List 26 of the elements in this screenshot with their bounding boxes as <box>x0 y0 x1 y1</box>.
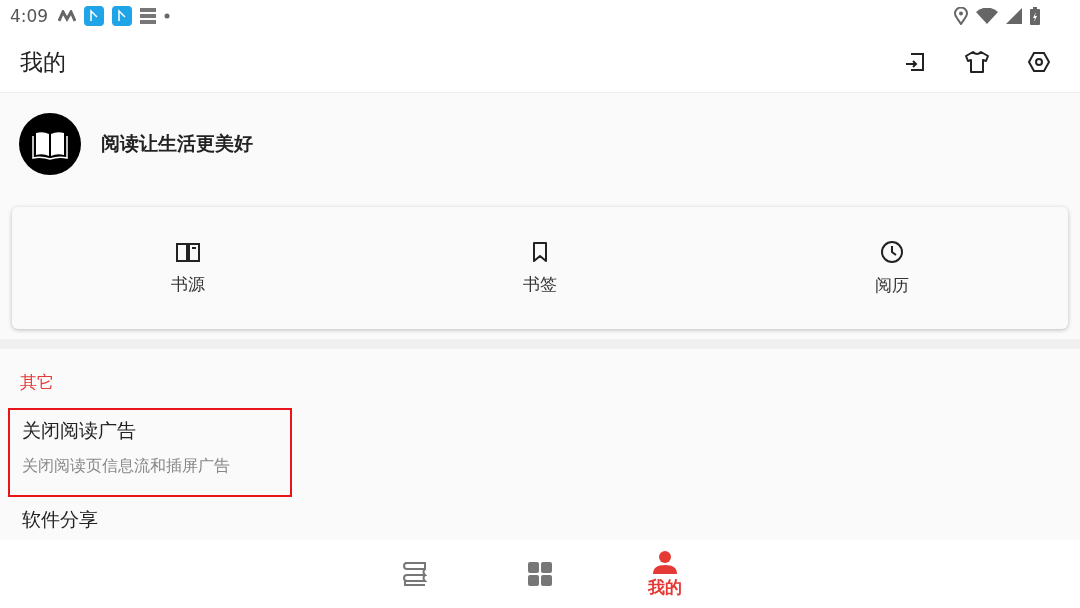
setting-item[interactable]: 软件分享 <box>8 497 292 540</box>
bookmark-icon <box>531 240 549 263</box>
battery-icon <box>1030 7 1040 25</box>
signal-logo-icon <box>58 10 77 22</box>
cell-signal-icon <box>1006 8 1022 24</box>
open-book-icon <box>175 240 201 263</box>
server-icon <box>140 7 157 25</box>
profile-motto: 阅读让生活更美好 <box>101 131 253 156</box>
wifi-icon <box>976 8 998 24</box>
location-icon <box>954 7 968 25</box>
status-time: 4:09 <box>10 6 49 26</box>
app-notification-icon <box>84 6 105 26</box>
grid-icon <box>527 561 553 587</box>
clock-icon <box>880 239 904 264</box>
book-stack-icon <box>401 561 429 587</box>
avatar-book-icon <box>19 113 81 175</box>
profile-tab[interactable]: 我的 <box>635 540 695 608</box>
shortcut-button[interactable]: 书签 <box>364 239 716 297</box>
more-dot-icon <box>164 13 171 19</box>
shortcut-button[interactable]: 书源 <box>12 239 364 297</box>
person-icon <box>652 549 678 574</box>
highlighted-setting-item[interactable]: 关闭阅读广告 关闭阅读页信息流和插屏广告 <box>8 408 292 497</box>
shortcut-button[interactable]: 阅历 <box>716 238 1068 298</box>
app-notification-icon <box>112 6 133 26</box>
section-title: 其它 <box>20 371 54 394</box>
page-title: 我的 <box>20 47 66 77</box>
